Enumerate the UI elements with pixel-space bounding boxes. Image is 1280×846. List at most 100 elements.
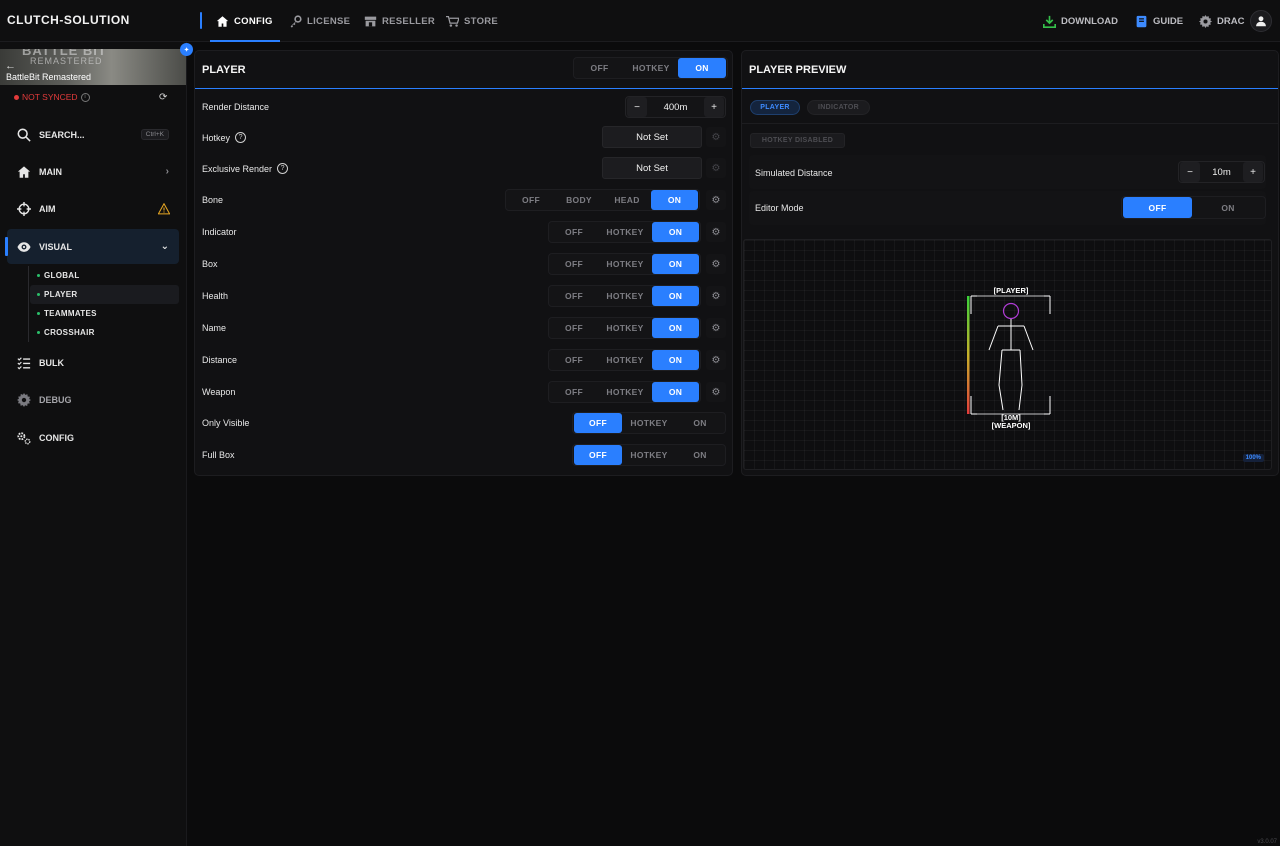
sidebar-sub-teammates[interactable]: TEAMMATES bbox=[30, 304, 179, 323]
toggle-off[interactable]: OFF bbox=[574, 413, 622, 433]
increment-button[interactable]: + bbox=[1243, 162, 1263, 182]
sidebar-search[interactable]: SEARCH... Ctrl+K bbox=[7, 117, 179, 152]
toggle-on[interactable]: ON bbox=[652, 222, 699, 242]
toggle-hotkey[interactable]: HOTKEY bbox=[598, 222, 652, 242]
exclusive-render-gear-icon[interactable]: ⚙ bbox=[706, 158, 726, 178]
back-arrow-icon[interactable]: ← bbox=[5, 60, 16, 72]
decrement-button[interactable]: − bbox=[627, 97, 647, 117]
sidebar-search-label: SEARCH... bbox=[39, 129, 85, 140]
toggle-off[interactable]: OFF bbox=[550, 286, 598, 306]
toggle-on[interactable]: ON bbox=[676, 445, 724, 465]
toggle-head[interactable]: HEAD bbox=[603, 190, 651, 210]
increment-button[interactable]: + bbox=[704, 97, 724, 117]
toggle-off[interactable]: OFF bbox=[507, 190, 555, 210]
toggle-hotkey[interactable]: HOTKEY bbox=[598, 254, 652, 274]
sidebar-sub-player[interactable]: PLAYER bbox=[30, 285, 179, 304]
help-icon[interactable]: ? bbox=[277, 163, 289, 174]
name-gear-icon[interactable]: ⚙ bbox=[706, 318, 726, 338]
user-menu[interactable]: DRAC bbox=[1199, 0, 1244, 42]
indicator-toggle[interactable]: OFF HOTKEY ON bbox=[548, 221, 701, 243]
hotkey-set-button[interactable]: Not Set bbox=[602, 126, 702, 148]
toggle-hotkey[interactable]: HOTKEY bbox=[598, 318, 652, 338]
toggle-on[interactable]: ON bbox=[676, 413, 724, 433]
sidebar-item-bulk[interactable]: BULK bbox=[7, 345, 179, 380]
toggle-on[interactable]: ON bbox=[652, 254, 699, 274]
distance-gear-icon[interactable]: ⚙ bbox=[706, 350, 726, 370]
player-panel-header: PLAYER OFF HOTKEY ON bbox=[195, 51, 732, 89]
toggle-off[interactable]: OFF bbox=[550, 254, 598, 274]
simulated-distance-label: Simulated Distance bbox=[755, 168, 833, 178]
editor-mode-toggle[interactable]: OFF ON bbox=[1121, 196, 1266, 219]
toggle-off[interactable]: OFF bbox=[550, 222, 598, 242]
weapon-gear-icon[interactable]: ⚙ bbox=[706, 382, 726, 402]
decrement-button[interactable]: − bbox=[1180, 162, 1200, 182]
preview-tab-indicator[interactable]: INDICATOR bbox=[807, 100, 870, 115]
toggle-off[interactable]: OFF bbox=[575, 58, 624, 78]
only-visible-label: Only Visible bbox=[202, 418, 249, 428]
player-preview-canvas[interactable]: [PLAYER] [10M] [WEAPON] 100% bbox=[743, 239, 1272, 470]
full-box-toggle[interactable]: OFF HOTKEY ON bbox=[572, 444, 726, 466]
simulated-distance-stepper[interactable]: − 10m + bbox=[1178, 161, 1265, 183]
toggle-hotkey[interactable]: HOTKEY bbox=[622, 445, 676, 465]
bone-label: Bone bbox=[202, 195, 223, 205]
sidebar-item-debug[interactable]: DEBUG bbox=[7, 382, 179, 417]
toggle-on[interactable]: ON bbox=[652, 286, 699, 306]
toggle-hotkey[interactable]: HOTKEY bbox=[598, 286, 652, 306]
bullet-icon bbox=[37, 274, 40, 277]
sidebar-item-aim[interactable]: AIM bbox=[7, 191, 179, 226]
game-banner[interactable]: BATTLE BIT REMASTERED ← BattleBit Remast… bbox=[0, 49, 186, 85]
box-gear-icon[interactable]: ⚙ bbox=[706, 254, 726, 274]
weapon-toggle[interactable]: OFF HOTKEY ON bbox=[548, 381, 701, 403]
toggle-off[interactable]: OFF bbox=[550, 382, 598, 402]
row-label-text: Box bbox=[202, 259, 218, 269]
toggle-hotkey[interactable]: HOTKEY bbox=[598, 350, 652, 370]
hotkey-settings-gear-icon[interactable]: ⚙ bbox=[706, 127, 726, 147]
render-distance-stepper[interactable]: − 400m + bbox=[625, 96, 726, 118]
download-button[interactable]: DOWNLOAD bbox=[1043, 0, 1118, 42]
tab-reseller[interactable]: RESELLER bbox=[364, 0, 435, 42]
tab-license[interactable]: LICENSE bbox=[289, 0, 350, 42]
toggle-on[interactable]: ON bbox=[651, 190, 698, 210]
toggle-hotkey[interactable]: HOTKEY bbox=[624, 58, 678, 78]
toggle-body[interactable]: BODY bbox=[555, 190, 603, 210]
guide-button[interactable]: GUIDE bbox=[1135, 0, 1183, 42]
toggle-on[interactable]: ON bbox=[652, 382, 699, 402]
help-icon[interactable]: ? bbox=[235, 132, 247, 143]
toggle-off[interactable]: OFF bbox=[574, 445, 622, 465]
bone-gear-icon[interactable]: ⚙ bbox=[706, 190, 726, 210]
toggle-off[interactable]: OFF bbox=[1123, 197, 1192, 218]
toggle-off[interactable]: OFF bbox=[550, 350, 598, 370]
only-visible-toggle[interactable]: OFF HOTKEY ON bbox=[572, 412, 726, 434]
sidebar-item-visual[interactable]: VISUAL ⌄ bbox=[5, 229, 179, 264]
preview-tab-player[interactable]: PLAYER bbox=[750, 100, 800, 115]
toggle-on[interactable]: ON bbox=[652, 350, 699, 370]
toggle-on[interactable]: ON bbox=[678, 58, 726, 78]
health-toggle[interactable]: OFF HOTKEY ON bbox=[548, 285, 701, 307]
indicator-gear-icon[interactable]: ⚙ bbox=[706, 222, 726, 242]
exclusive-render-set-button[interactable]: Not Set bbox=[602, 157, 702, 179]
toggle-on[interactable]: ON bbox=[1192, 197, 1264, 218]
avatar[interactable] bbox=[1250, 10, 1272, 32]
sidebar-item-config[interactable]: CONFIG bbox=[7, 420, 179, 455]
name-toggle[interactable]: OFF HOTKEY ON bbox=[548, 317, 701, 339]
sidebar-item-main[interactable]: MAIN › bbox=[7, 154, 179, 189]
row-label-text: Only Visible bbox=[202, 418, 250, 428]
toggle-off[interactable]: OFF bbox=[550, 318, 598, 338]
bone-toggle[interactable]: OFF BODY HEAD ON bbox=[505, 189, 700, 211]
pin-icon[interactable]: ✦ bbox=[180, 43, 193, 56]
toggle-hotkey[interactable]: HOTKEY bbox=[598, 382, 652, 402]
box-toggle[interactable]: OFF HOTKEY ON bbox=[548, 253, 701, 275]
player-master-toggle[interactable]: OFF HOTKEY ON bbox=[573, 57, 728, 79]
distance-toggle[interactable]: OFF HOTKEY ON bbox=[548, 349, 701, 371]
info-icon[interactable]: i bbox=[80, 92, 90, 102]
tab-store[interactable]: STORE bbox=[446, 0, 498, 42]
row-label-text: Name bbox=[202, 323, 227, 333]
refresh-icon[interactable]: ⟳ bbox=[159, 92, 167, 103]
toggle-hotkey[interactable]: HOTKEY bbox=[622, 413, 676, 433]
gear-icon bbox=[17, 392, 31, 407]
sidebar-sub-crosshair[interactable]: CROSSHAIR bbox=[30, 323, 179, 342]
tab-config[interactable]: CONFIG bbox=[210, 0, 280, 42]
health-gear-icon[interactable]: ⚙ bbox=[706, 286, 726, 306]
toggle-on[interactable]: ON bbox=[652, 318, 699, 338]
sidebar-sub-global[interactable]: GLOBAL bbox=[30, 266, 179, 285]
